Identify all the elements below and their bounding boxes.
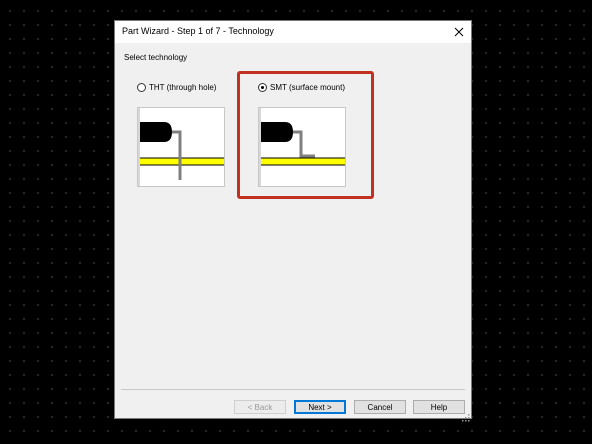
button-separator <box>121 389 465 390</box>
section-label: Select technology <box>124 53 188 62</box>
tht-option-radio[interactable]: THT (through hole) <box>137 83 216 92</box>
title-bar: Part Wizard - Step 1 of 7 - Technology <box>115 21 471 43</box>
back-button[interactable]: < Back <box>234 400 286 414</box>
dialog-title: Part Wizard - Step 1 of 7 - Technology <box>122 26 274 36</box>
resize-grip-icon[interactable] <box>462 409 470 422</box>
tht-preview-image <box>137 107 225 187</box>
cancel-button[interactable]: Cancel <box>354 400 406 414</box>
part-wizard-dialog: Part Wizard - Step 1 of 7 - Technology S… <box>114 20 472 422</box>
smt-highlight-box <box>237 71 374 199</box>
help-button[interactable]: Help <box>413 400 465 414</box>
tht-option-label: THT (through hole) <box>149 83 217 92</box>
tht-radio-icon[interactable] <box>137 83 146 92</box>
next-button[interactable]: Next > <box>294 400 346 414</box>
close-icon[interactable] <box>447 21 471 43</box>
